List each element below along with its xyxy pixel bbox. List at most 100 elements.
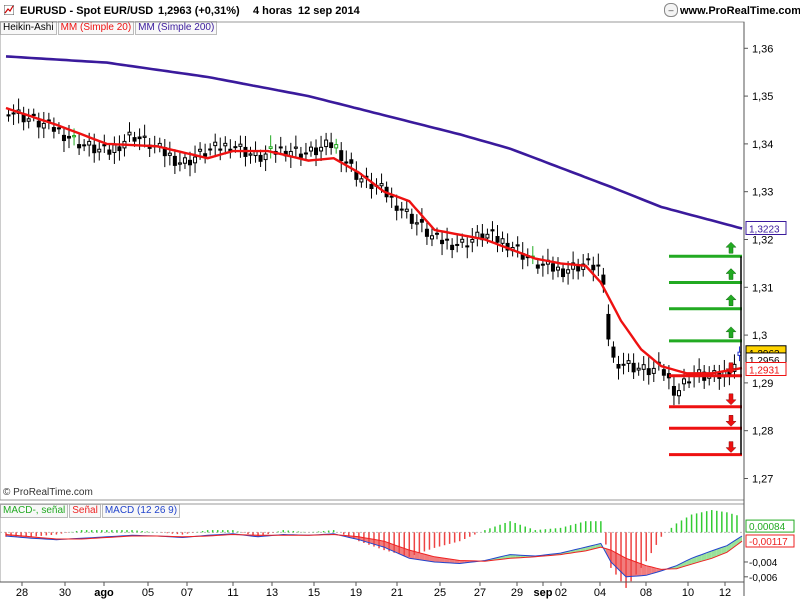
macd-fill-segment xyxy=(46,538,52,540)
macd-fill-segment xyxy=(560,551,566,555)
arrow-down-icon xyxy=(725,393,737,406)
macd-fill-segment xyxy=(414,551,420,560)
y-tick-label: 1,31 xyxy=(752,282,773,294)
candle-body xyxy=(228,148,233,152)
macd-fill-segment xyxy=(353,536,359,540)
macd-fill-segment xyxy=(585,545,591,551)
legend-macd-hist[interactable]: MACD-, señal xyxy=(0,504,69,518)
candle-body xyxy=(505,242,510,251)
candle-body xyxy=(137,136,142,140)
candle-body xyxy=(419,219,424,223)
macd-fill-segment xyxy=(182,536,188,538)
indicator-legend: Heikin-Ashi MM (Simple 20) MM (Simple 20… xyxy=(0,21,218,35)
x-tick-label: 30 xyxy=(59,587,71,599)
macd-fill-segment xyxy=(409,550,415,560)
y-tick-label: 1,32 xyxy=(752,234,773,246)
macd-fill-segment xyxy=(11,534,17,537)
price-tag xyxy=(745,345,787,360)
macd-fill-segment xyxy=(323,534,329,535)
legend-macd[interactable]: MACD (12 26 9) xyxy=(101,504,181,518)
candle-body xyxy=(188,159,192,166)
macd-fill-segment xyxy=(500,555,506,560)
candle-body xyxy=(399,208,404,211)
macd-value-tag xyxy=(745,519,795,533)
macd-fill-segment xyxy=(106,536,112,538)
macd-tick-label: 0,00084 xyxy=(749,522,786,533)
candle-body xyxy=(233,146,238,149)
candle-body xyxy=(687,381,692,384)
macd-fill-segment xyxy=(510,554,516,559)
macd-fill-segment xyxy=(595,543,601,549)
legend-ma20[interactable]: MM (Simple 20) xyxy=(57,21,135,35)
macd-fill-segment xyxy=(555,553,561,556)
macd-fill-segment xyxy=(116,535,122,537)
candle-body xyxy=(530,255,535,258)
watermark: © ProRealTime.com xyxy=(3,487,93,498)
candle-body xyxy=(556,266,560,271)
macd-fill-segment xyxy=(328,533,334,535)
macd-fill-segment xyxy=(6,534,12,537)
macd-fill-segment xyxy=(91,537,97,539)
macd-fill-segment xyxy=(419,552,425,561)
x-tick-label: 29 xyxy=(511,587,523,599)
candle-body xyxy=(631,362,636,373)
price-tag-label: 1,2931 xyxy=(749,366,780,377)
candle-body xyxy=(404,208,409,212)
candle-body xyxy=(87,140,92,146)
price-tag xyxy=(745,362,787,377)
macd-fill-segment xyxy=(570,549,576,554)
candle-body xyxy=(621,363,626,366)
macd-fill-segment xyxy=(318,534,324,535)
macd-fill-segment xyxy=(580,547,586,552)
x-tick-label: 13 xyxy=(266,587,278,599)
candle-body xyxy=(707,375,712,379)
macd-fill-segment xyxy=(177,536,183,538)
macd-fill-segment xyxy=(278,534,284,536)
macd-fill-segment xyxy=(389,542,395,552)
candle-body xyxy=(394,205,399,211)
arrow-down-icon xyxy=(725,362,737,375)
instrument-name: EURUSD - Spot EUR/USD xyxy=(20,5,154,17)
candle-body xyxy=(182,157,187,164)
macd-fill-segment xyxy=(363,537,369,543)
macd-legend: MACD-, señal Señal MACD (12 26 9) xyxy=(0,504,181,518)
y-tick-label: 1,34 xyxy=(752,139,773,151)
arrow-up-icon xyxy=(725,326,737,339)
macd-fill-segment xyxy=(263,535,269,537)
candle-body xyxy=(606,313,611,340)
legend-ma200[interactable]: MM (Simple 200) xyxy=(135,21,218,35)
candle-body xyxy=(97,148,102,153)
candle-body xyxy=(288,150,293,158)
candle-body xyxy=(445,238,450,241)
price-plot-frame xyxy=(0,21,745,501)
candle-body xyxy=(112,144,117,153)
candle-body xyxy=(465,245,470,248)
y-tick-label: 1,29 xyxy=(752,378,773,390)
signal-line xyxy=(5,533,743,570)
candle-body xyxy=(349,159,354,164)
macd-fill-segment xyxy=(515,554,521,558)
minimize-icon[interactable]: – xyxy=(664,3,678,17)
candle-body xyxy=(308,146,313,152)
candle-body xyxy=(319,146,324,152)
chart-date: 12 sep 2014 xyxy=(298,5,360,17)
macd-fill-segment xyxy=(394,544,400,554)
macd-fill-segment xyxy=(464,560,470,563)
candle-body xyxy=(520,253,525,260)
macd-fill-segment xyxy=(36,537,42,539)
macd-fill-segment xyxy=(479,560,485,562)
candle-body xyxy=(127,131,132,136)
title-bar: EURUSD - Spot EUR/USD 1,2963 (+0,31%) 4 … xyxy=(0,0,800,22)
candle-body xyxy=(712,370,717,377)
macd-fill-segment xyxy=(197,535,203,537)
candle-body xyxy=(384,186,389,198)
macd-tick-label: -0,004 xyxy=(749,558,778,569)
candle-body xyxy=(682,378,687,385)
macd-fill-segment xyxy=(444,558,450,563)
legend-signal[interactable]: Señal xyxy=(69,504,101,518)
candle-body xyxy=(480,233,485,241)
legend-heikin-ashi[interactable]: Heikin-Ashi xyxy=(0,21,57,35)
site-url[interactable]: www.ProRealTime.com xyxy=(680,5,800,17)
macd-fill-segment xyxy=(484,559,490,562)
macd-fill-segment xyxy=(721,545,727,555)
